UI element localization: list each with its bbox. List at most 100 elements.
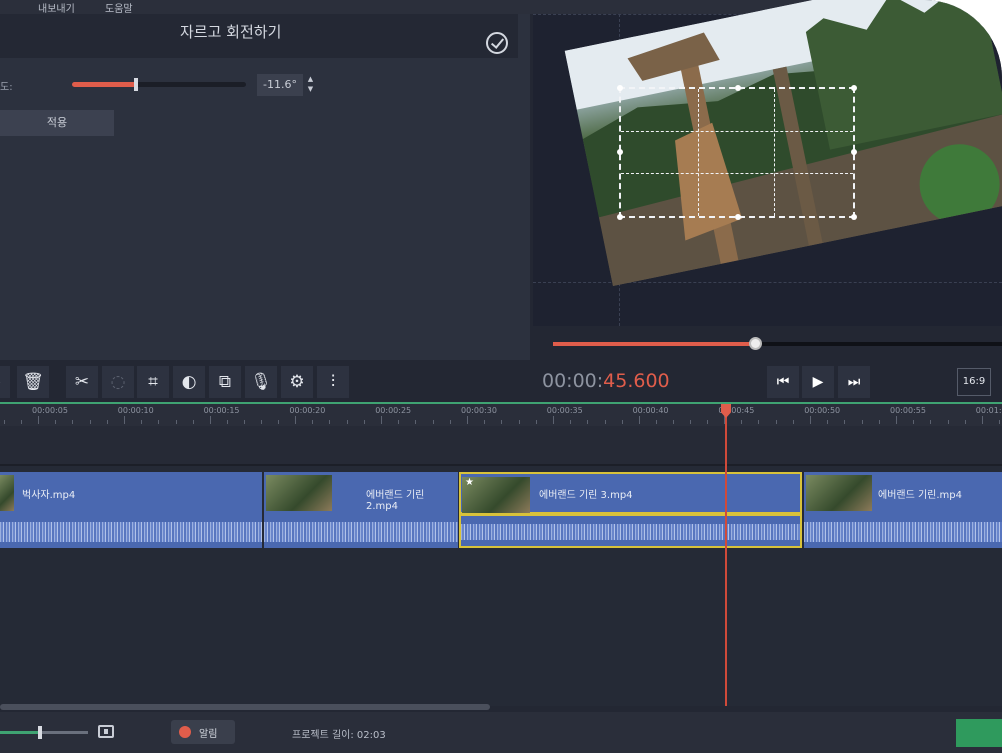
waveform-peaks [264, 522, 458, 542]
ruler-tick-mark [415, 420, 417, 424]
skip-forward-icon[interactable]: ⏭ [838, 366, 870, 398]
audio-waveform[interactable] [264, 514, 458, 548]
export-button[interactable] [956, 719, 1002, 747]
crop-handle[interactable] [735, 214, 741, 220]
preview-scrubber[interactable] [553, 337, 1002, 350]
ruler-tick-mark [810, 416, 812, 424]
video-clip[interactable]: 에버랜드 기린 2.mp4 [264, 472, 458, 514]
favorite-star-icon: ★ [465, 477, 474, 488]
waveform-peaks [461, 524, 800, 540]
ruler-tick-mark [55, 420, 56, 424]
ruler-tick-label: 00:00:15 [203, 406, 240, 415]
ruler-tick-mark [930, 420, 931, 424]
crop-handle[interactable] [617, 214, 623, 220]
angle-slider-thumb[interactable] [134, 78, 139, 91]
ruler-tick-mark [364, 420, 366, 424]
angle-value-input[interactable]: -11.6° [257, 74, 303, 96]
apply-button[interactable]: 적용 [0, 110, 114, 136]
ruler-tick-label: 00:00:20 [289, 406, 326, 415]
clip-name: 에버랜드 기린 3.mp4 [539, 490, 633, 501]
video-clip-selected[interactable]: ★ 에버랜드 기린 3.mp4 [459, 472, 802, 514]
zoom-slider-thumb[interactable] [37, 726, 42, 739]
overlay-track[interactable] [0, 426, 1002, 466]
notifications-button[interactable]: 알림 [171, 720, 235, 744]
aspect-ratio-button[interactable]: 16:9 [957, 368, 991, 396]
ruler-tick-mark [381, 416, 383, 424]
crop-grid-line [621, 172, 853, 174]
crop-grid-line [697, 89, 699, 216]
ruler-tick-mark [776, 420, 778, 424]
playhead-line[interactable] [725, 404, 727, 706]
video-clip[interactable]: 에버랜드 기린.mp4 [804, 472, 1002, 514]
color-adjust-icon[interactable]: ◐ [173, 366, 205, 398]
ruler-tick-mark [209, 416, 211, 424]
cut-scissors-icon[interactable]: ✂ [66, 366, 98, 398]
ruler-tick-mark [243, 420, 245, 424]
menu-export[interactable]: 내보내기 [38, 0, 75, 15]
ruler-tick-mark [123, 416, 125, 424]
angle-slider[interactable] [72, 78, 246, 91]
ruler-tick-mark [879, 420, 880, 424]
ruler-tick-mark [741, 420, 743, 424]
timecode-ms: 45.600 [603, 370, 670, 392]
ruler-tick-mark [793, 420, 795, 424]
timeline-scrollbar[interactable] [0, 704, 490, 710]
menu-help[interactable]: 도움말 [105, 0, 133, 15]
audio-waveform[interactable] [0, 514, 262, 548]
ruler-tick-label: 00:00:25 [375, 406, 412, 415]
microphone-icon[interactable]: 🎙 [245, 366, 277, 398]
notification-bell-icon [179, 726, 191, 738]
ruler-tick-mark [192, 420, 194, 424]
ruler-tick-mark [484, 420, 485, 424]
waveform-peaks [804, 522, 1002, 542]
crop-handle[interactable] [735, 85, 741, 91]
transition-icon[interactable]: ⧉ [209, 366, 241, 398]
crop-grid-line [774, 89, 776, 216]
scrubber-thumb[interactable] [749, 337, 763, 350]
play-icon[interactable]: ▶ [802, 366, 834, 398]
confirm-check-icon[interactable] [486, 32, 508, 54]
ruler-tick-mark [501, 420, 502, 424]
ruler-tick-mark [329, 420, 331, 424]
ruler-tick-mark [604, 420, 606, 424]
crop-handle[interactable] [851, 214, 857, 220]
ruler-tick-mark [106, 420, 108, 424]
clip-name: 에버랜드 기린.mp4 [878, 490, 963, 501]
ruler-tick-mark [947, 420, 949, 424]
ruler-tick-label: 00:00:55 [890, 406, 926, 415]
timeline-ruler[interactable]: 00:00:05 00:00:10 00:00:15 00:00:20 00:00:25… [0, 402, 1002, 426]
waveform-peaks [0, 522, 262, 542]
fit-to-window-icon[interactable] [98, 725, 114, 738]
ruler-tick-mark [827, 420, 829, 424]
crop-selection-box[interactable] [617, 85, 857, 220]
zoom-slider-fill [0, 731, 40, 734]
equalizer-icon[interactable]: ⫶ [317, 366, 349, 398]
delete-trash-icon[interactable]: 🗑 [17, 366, 49, 398]
ruler-tick-mark [913, 420, 914, 424]
status-bar [0, 712, 1002, 753]
ruler-tick-mark [998, 420, 1000, 424]
ruler-tick-mark [586, 420, 588, 424]
ruler-tick-mark [467, 416, 468, 424]
timeline-zoom-slider[interactable] [0, 726, 88, 739]
crop-icon[interactable]: ⌗ [137, 366, 169, 398]
crop-handle[interactable] [851, 85, 857, 91]
rotate-loop-icon[interactable]: ◌ [102, 366, 134, 398]
ruler-tick-mark [862, 420, 863, 424]
ruler-tick-mark [140, 420, 142, 424]
audio-waveform-selected[interactable] [459, 514, 802, 548]
crop-handle[interactable] [851, 149, 857, 155]
guide-line [533, 282, 1002, 283]
settings-gear-icon[interactable]: ⚙ [281, 366, 313, 398]
ruler-tick-mark [621, 420, 623, 424]
angle-stepper[interactable]: ▲ ▼ [305, 74, 316, 96]
clip-name: 에버랜드 기린 2.mp4 [366, 490, 425, 512]
ruler-tick-mark [964, 420, 966, 424]
ruler-tick-mark [278, 420, 280, 424]
crop-handle[interactable] [617, 149, 623, 155]
audio-waveform[interactable] [804, 514, 1002, 548]
skip-back-icon[interactable]: ⏮ [767, 366, 799, 398]
crop-handle[interactable] [617, 85, 623, 91]
undo-arrow-icon[interactable]: ▸ [0, 366, 10, 398]
video-clip[interactable]: 벅사자.mp4 [0, 472, 262, 514]
